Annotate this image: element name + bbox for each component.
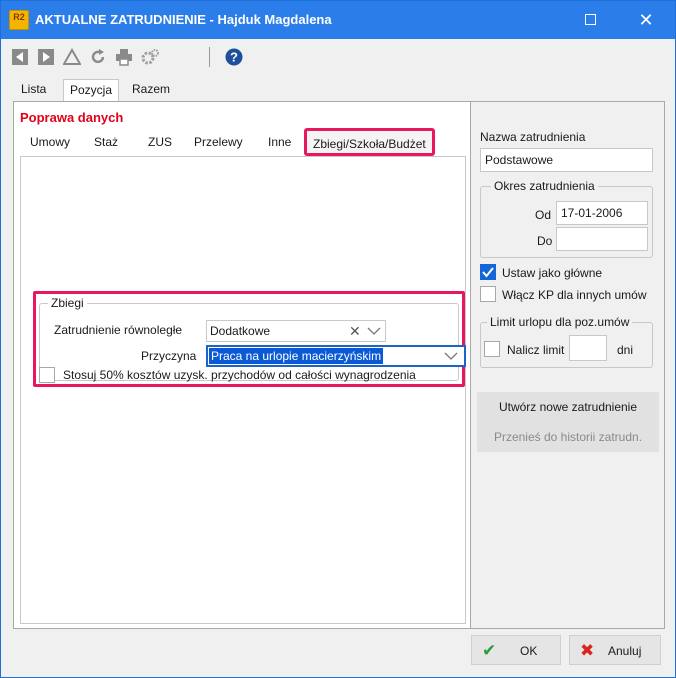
next-record-icon[interactable]	[37, 48, 55, 66]
cancel-button[interactable]: ✖ Anuluj	[569, 635, 661, 665]
checkmark-icon: ✔	[482, 641, 497, 660]
zbiegi-legend: Zbiegi	[48, 296, 87, 310]
limit-days-input[interactable]	[569, 335, 607, 361]
employment-name-label: Nazwa zatrudnienia	[480, 130, 586, 144]
chevron-down-icon[interactable]	[367, 325, 381, 337]
cost-50-label: Stosuj 50% kosztów uzysk. przychodów od …	[63, 368, 416, 382]
tab-pozycja[interactable]: Pozycja	[63, 79, 120, 102]
maximize-button[interactable]	[567, 1, 613, 39]
date-from-label: Od	[535, 208, 552, 222]
parallel-employment-select[interactable]: Dodatkowe ✕	[206, 320, 386, 342]
parallel-employment-label: Zatrudnienie równoległe	[54, 323, 183, 337]
date-from-value: 17-01-2006	[561, 206, 623, 220]
tab-razem[interactable]: Razem	[126, 79, 176, 101]
help-icon[interactable]: ?	[225, 48, 243, 66]
tab-lista[interactable]: Lista	[15, 79, 52, 101]
create-employment-button[interactable]: Utwórz nowe zatrudnienie	[477, 392, 659, 422]
reason-value: Praca na urlopie macierzyńskim	[209, 348, 384, 364]
section-title: Poprawa danych	[20, 110, 124, 125]
close-button[interactable]: ✕	[623, 1, 669, 39]
reason-select[interactable]: Praca na urlopie macierzyńskim	[206, 345, 466, 367]
reason-label: Przyczyna	[141, 349, 197, 363]
employment-period-group: Okres zatrudnienia Od 17-01-2006 Do	[480, 179, 653, 258]
subtab-inne[interactable]: Inne	[264, 132, 295, 152]
settings-icon[interactable]	[141, 48, 159, 66]
refresh-icon[interactable]	[89, 48, 107, 66]
first-record-icon[interactable]	[11, 48, 29, 66]
enable-kp-checkbox[interactable]	[480, 286, 496, 302]
maximize-icon	[584, 14, 596, 26]
leave-limit-group: Limit urlopu dla poz.umów Nalicz limit d…	[480, 315, 653, 368]
check-icon	[482, 267, 494, 278]
employment-name-input[interactable]: Podstawowe	[480, 148, 653, 172]
app-icon: R2	[9, 10, 29, 30]
subtab-staz[interactable]: Staż	[90, 132, 122, 152]
date-to-label: Do	[537, 234, 553, 248]
subtab-przelewy[interactable]: Przelewy	[190, 132, 247, 152]
dialog-window: R2 AKTUALNE ZATRUDNIENIE - Hajduk Magdal…	[0, 0, 676, 678]
days-unit-label: dni	[617, 343, 634, 357]
clear-icon[interactable]: ✕	[349, 323, 361, 340]
charge-limit-checkbox[interactable]	[484, 341, 500, 357]
set-main-label: Ustaw jako główne	[502, 266, 603, 280]
cancel-label: Anuluj	[608, 644, 642, 658]
charge-limit-label: Nalicz limit	[507, 343, 565, 357]
chevron-down-icon[interactable]	[444, 350, 458, 362]
ok-button[interactable]: ✔ OK	[471, 635, 561, 665]
right-panel: Nazwa zatrudnienia Podstawowe Okres zatr…	[471, 101, 665, 629]
employment-period-legend: Okres zatrudnienia	[491, 179, 598, 193]
window-title: AKTUALNE ZATRUDNIENIE - Hajduk Magdalena	[35, 12, 332, 27]
cancel-icon: ✖	[580, 641, 595, 660]
subtab-umowy[interactable]: Umowy	[26, 132, 74, 152]
subtabs: Umowy Staż ZUS Przelewy Inne Zbiegi/Szko…	[18, 128, 468, 156]
ok-label: OK	[520, 644, 538, 658]
main-panel: Poprawa danych Umowy Staż ZUS Przelewy I…	[13, 101, 471, 629]
leave-limit-legend: Limit urlopu dla poz.umów	[487, 315, 633, 329]
parallel-employment-value: Dodatkowe	[210, 324, 271, 338]
subtab-content: Zbiegi Zatrudnienie równoległe Dodatkowe…	[20, 156, 466, 624]
title-bar: R2 AKTUALNE ZATRUDNIENIE - Hajduk Magdal…	[1, 1, 675, 39]
move-to-history-button[interactable]: Przenieś do historii zatrudn.	[477, 422, 659, 452]
alert-triangle-icon[interactable]	[63, 48, 81, 66]
date-to-input[interactable]	[556, 227, 648, 251]
close-icon: ✕	[638, 10, 654, 30]
subtab-zus[interactable]: ZUS	[144, 132, 176, 152]
enable-kp-label: Włącz KP dla innych umów	[502, 288, 647, 302]
set-main-checkbox[interactable]	[480, 264, 496, 280]
subtab-zbiegi-szkola-budzet[interactable]: Zbiegi/Szkoła/Budżet	[304, 128, 435, 156]
date-from-input[interactable]: 17-01-2006	[556, 201, 648, 225]
employment-name-value: Podstawowe	[485, 153, 554, 167]
cost-50-checkbox[interactable]	[39, 367, 55, 383]
print-icon[interactable]	[115, 48, 133, 66]
toolbar-separator	[209, 47, 210, 67]
svg-text:?: ?	[230, 50, 238, 65]
